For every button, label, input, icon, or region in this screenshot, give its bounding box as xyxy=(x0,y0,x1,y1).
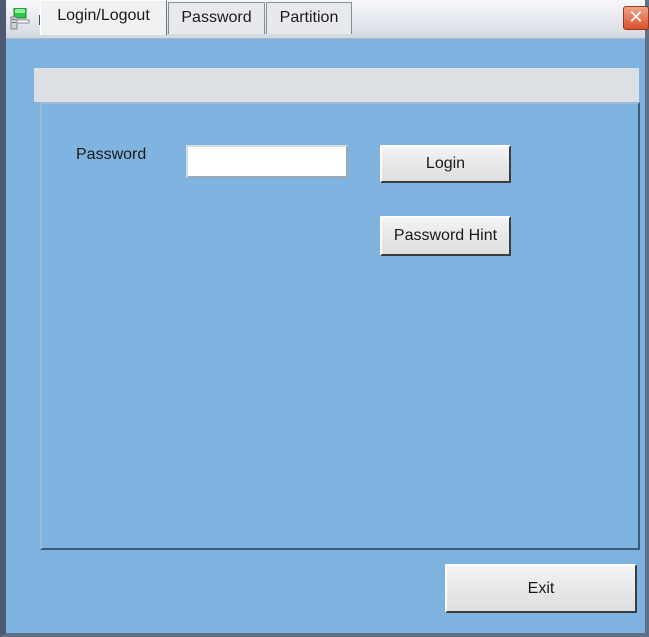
tab-partition[interactable]: Partition xyxy=(266,2,352,34)
tab-strip xyxy=(34,68,639,102)
password-input[interactable] xyxy=(186,145,348,178)
memorybar-window: memorybar ✕ Login/Logout Password Partit… xyxy=(0,0,649,637)
login-button[interactable]: Login xyxy=(380,145,511,183)
tab-password[interactable]: Password xyxy=(168,2,265,34)
password-hint-button[interactable]: Password Hint xyxy=(380,216,511,256)
close-icon: ✕ xyxy=(628,7,644,27)
close-button[interactable]: ✕ xyxy=(623,6,649,30)
exit-button[interactable]: Exit xyxy=(445,564,637,613)
login-logout-panel: Password Login Password Hint xyxy=(40,102,640,550)
app-icon xyxy=(10,8,30,30)
tab-login-logout[interactable]: Login/Logout xyxy=(40,0,167,35)
password-label: Password xyxy=(76,146,147,163)
